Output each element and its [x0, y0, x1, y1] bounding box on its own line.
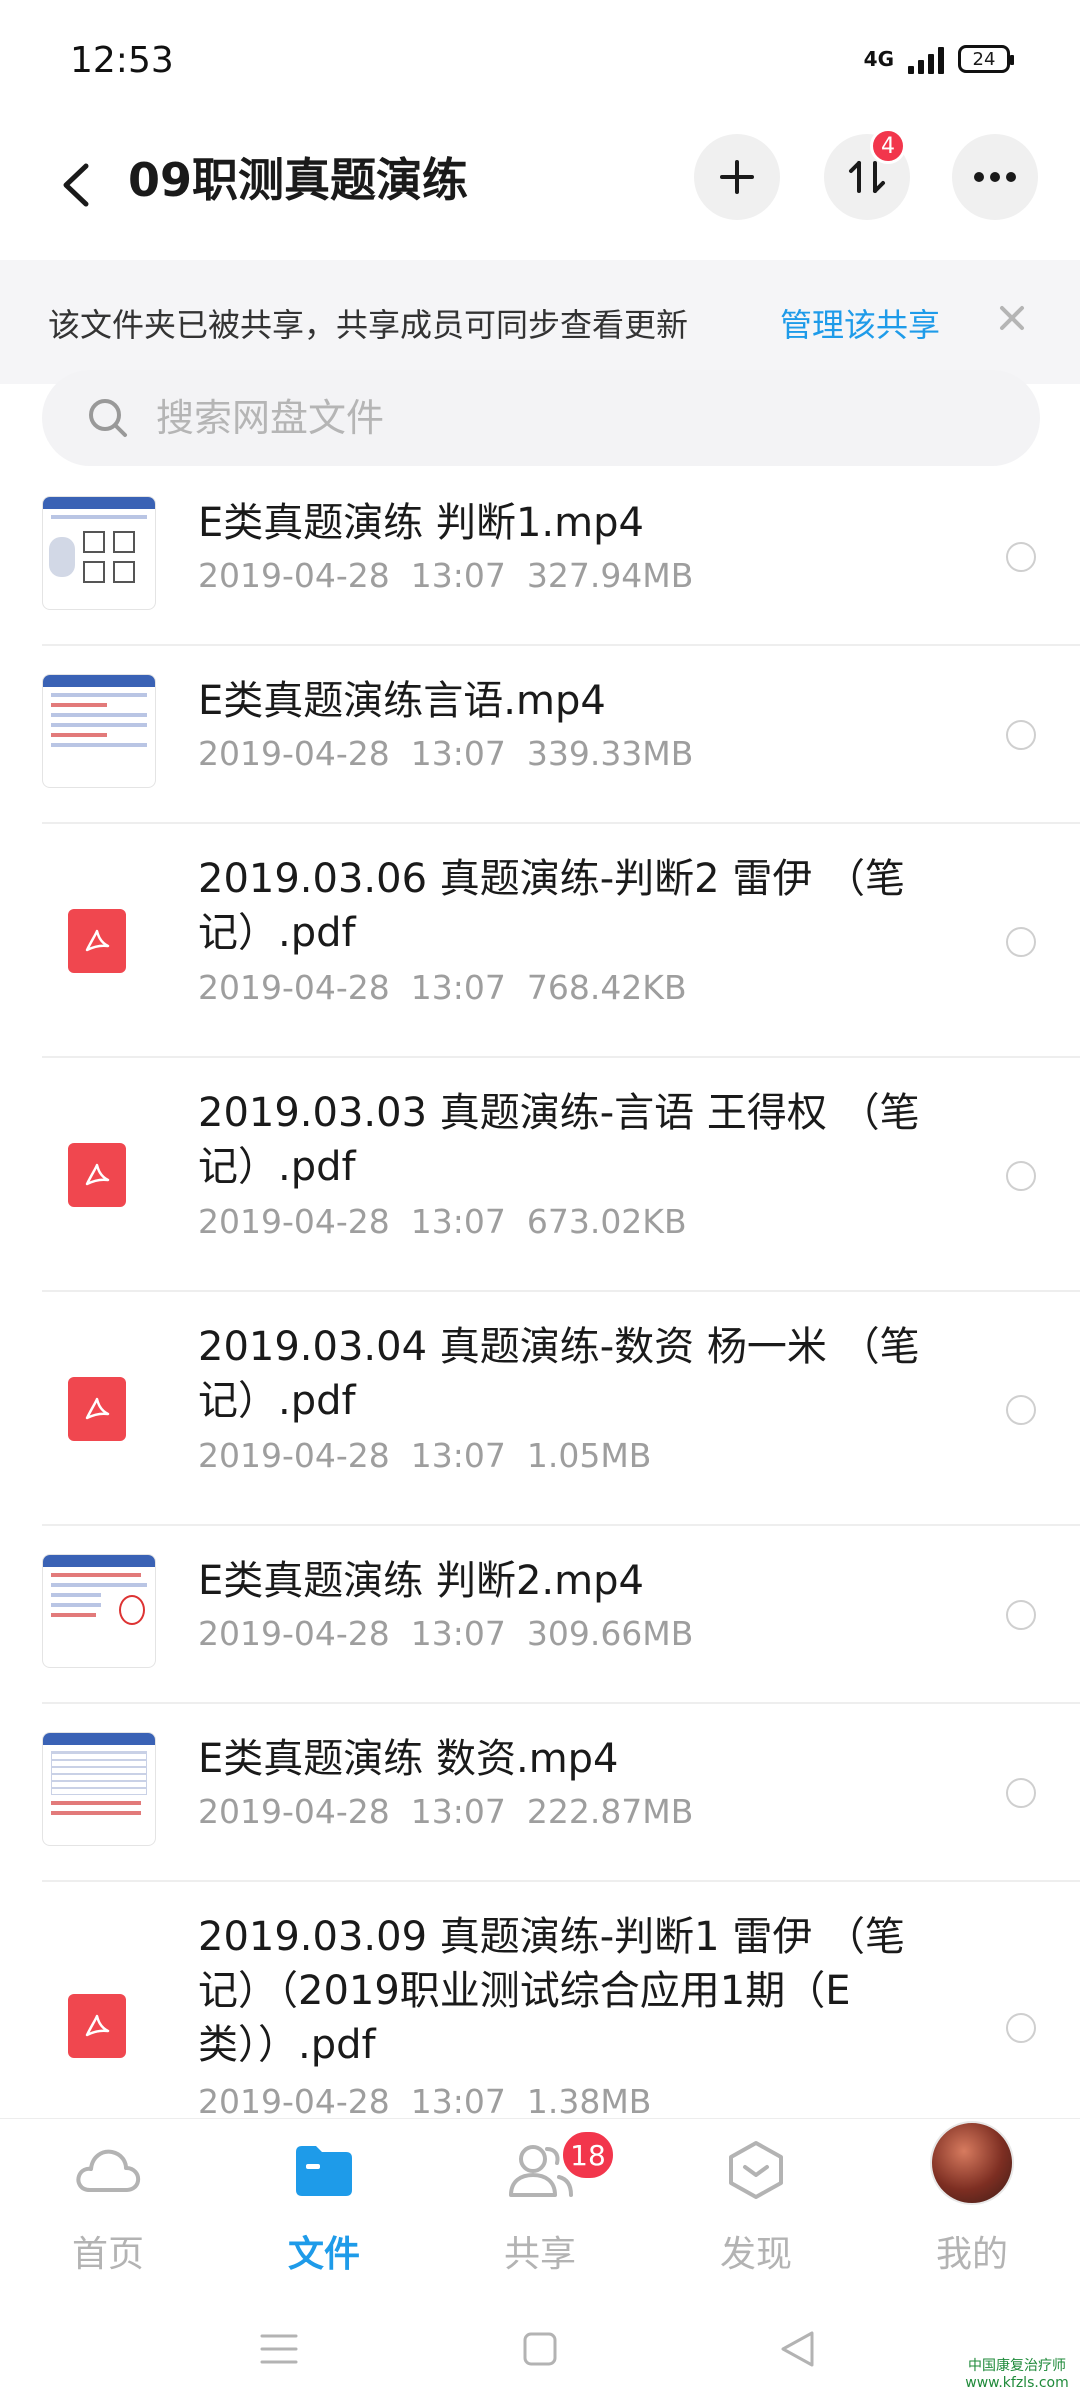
avatar — [930, 2121, 1014, 2205]
back-button[interactable] — [40, 145, 110, 225]
battery-level: 24 — [972, 48, 996, 70]
network-type: 4G — [863, 47, 894, 71]
nav-mine[interactable]: 我的 — [902, 2121, 1042, 2285]
add-button[interactable] — [694, 134, 780, 220]
nav-share[interactable]: 18 共享 — [470, 2129, 616, 2285]
header: 09职测真题演练 4 — [0, 120, 1080, 255]
select-radio[interactable] — [1006, 1778, 1036, 1808]
nav-home[interactable]: 首页 — [38, 2135, 178, 2285]
page-title: 09职测真题演练 — [128, 153, 469, 207]
discover-icon — [721, 2135, 791, 2205]
video-thumbnail — [42, 1554, 156, 1668]
transfer-icon — [849, 161, 885, 193]
search-icon — [84, 394, 132, 442]
file-meta: 2019-04-28 13:07 1.05MB — [198, 1436, 652, 1475]
home-button[interactable] — [515, 2324, 565, 2374]
file-name: E类真题演练 判断1.mp4 — [198, 500, 644, 546]
file-name: 2019.03.04 真题演练-数资 杨一米 （笔记）.pdf — [198, 1324, 920, 1424]
share-notice-banner: 该文件夹已被共享，共享成员可同步查看更新 管理该共享 — [0, 260, 1080, 384]
triangle-back-icon — [781, 2331, 814, 2367]
file-name: E类真题演练 判断2.mp4 — [198, 1558, 644, 1604]
select-radio[interactable] — [1006, 542, 1036, 572]
menu-icon — [260, 2334, 298, 2364]
video-thumbnail — [42, 496, 156, 610]
list-item[interactable]: 2019.03.06 真题演练-判断2 雷伊 （笔记）.pdf 2019-04-… — [0, 824, 1080, 1058]
search-bar[interactable] — [42, 370, 1040, 466]
file-meta: 2019-04-28 13:07 673.02KB — [198, 1202, 687, 1241]
select-radio[interactable] — [1006, 1600, 1036, 1630]
square-icon — [523, 2332, 557, 2366]
file-name: 2019.03.03 真题演练-言语 王得权 （笔记）.pdf — [198, 1090, 920, 1190]
pdf-file-icon — [68, 1143, 126, 1207]
watermark: 中国康复治疗师 www.kfzls.com — [962, 2358, 1072, 2392]
file-meta: 2019-04-28 13:07 339.33MB — [198, 734, 694, 773]
file-meta: 2019-04-28 13:07 222.87MB — [198, 1792, 694, 1831]
file-meta: 2019-04-28 13:07 768.42KB — [198, 968, 687, 1007]
signal-icon — [908, 44, 944, 74]
video-thumbnail — [42, 1732, 156, 1846]
nav-discover-label: 发现 — [719, 2234, 792, 2275]
file-name: E类真题演练 数资.mp4 — [198, 1736, 619, 1782]
nav-share-label: 共享 — [503, 2234, 576, 2275]
file-meta: 2019-04-28 13:07 327.94MB — [198, 556, 694, 595]
close-banner-button[interactable] — [990, 296, 1034, 340]
nav-files-label: 文件 — [287, 2234, 360, 2275]
share-notice-text: 该文件夹已被共享，共享成员可同步查看更新 — [48, 306, 689, 344]
watermark-line1: 中国康复治疗师 — [968, 2358, 1066, 2374]
pdf-file-icon — [68, 909, 126, 973]
nav-files[interactable]: 文件 — [254, 2135, 394, 2285]
search-input[interactable] — [156, 396, 936, 440]
recents-button[interactable] — [254, 2324, 304, 2374]
status-bar: 12:53 4G 24 — [0, 0, 1080, 120]
list-item[interactable]: E类真题演练言语.mp4 2019-04-28 13:07 339.33MB — [0, 646, 1080, 824]
list-item[interactable]: E类真题演练 判断2.mp4 2019-04-28 13:07 309.66MB — [0, 1526, 1080, 1704]
cloud-icon — [73, 2135, 143, 2205]
folder-icon — [289, 2135, 359, 2205]
file-name: E类真题演练言语.mp4 — [198, 678, 606, 724]
more-button[interactable] — [952, 134, 1038, 220]
file-meta: 2019-04-28 13:07 309.66MB — [198, 1614, 694, 1653]
file-meta: 2019-04-28 13:07 1.38MB — [198, 2082, 652, 2118]
transfer-badge: 4 — [870, 128, 906, 164]
file-name: 2019.03.09 真题演练-判断1 雷伊 （笔记）（2019职业测试综合应用… — [198, 1914, 906, 2068]
video-thumbnail — [42, 674, 156, 788]
battery-icon: 24 — [958, 45, 1014, 73]
bottom-nav: 首页 文件 18 共享 发现 我的 — [0, 2118, 1080, 2298]
list-item[interactable]: 2019.03.03 真题演练-言语 王得权 （笔记）.pdf 2019-04-… — [0, 1058, 1080, 1292]
status-indicators: 4G 24 — [863, 44, 1014, 74]
select-radio[interactable] — [1006, 927, 1036, 957]
select-radio[interactable] — [1006, 2013, 1036, 2043]
file-name: 2019.03.06 真题演练-判断2 雷伊 （笔记）.pdf — [198, 856, 906, 956]
transfer-list-button[interactable]: 4 — [824, 128, 910, 220]
select-radio[interactable] — [1006, 1161, 1036, 1191]
system-nav-bar: 中国康复治疗师 www.kfzls.com — [0, 2298, 1080, 2400]
system-back-button[interactable] — [772, 2324, 822, 2374]
select-radio[interactable] — [1006, 720, 1036, 750]
back-arrow-icon — [63, 163, 89, 207]
share-badge: 18 — [560, 2129, 616, 2181]
more-icon — [974, 172, 1016, 182]
nav-mine-label: 我的 — [935, 2234, 1008, 2275]
list-item[interactable]: E类真题演练 数资.mp4 2019-04-28 13:07 222.87MB — [0, 1704, 1080, 1882]
manage-share-link[interactable]: 管理该共享 — [780, 300, 940, 346]
select-radio[interactable] — [1006, 1395, 1036, 1425]
status-time: 12:53 — [70, 40, 174, 81]
close-icon — [1000, 306, 1024, 330]
nav-discover[interactable]: 发现 — [686, 2135, 826, 2285]
plus-icon — [720, 160, 754, 194]
pdf-file-icon — [68, 1377, 126, 1441]
file-list[interactable]: E类真题演练 判断1.mp4 2019-04-28 13:07 327.94MB… — [0, 468, 1080, 2118]
list-item[interactable]: 2019.03.04 真题演练-数资 杨一米 （笔记）.pdf 2019-04-… — [0, 1292, 1080, 1526]
list-item[interactable]: 2019.03.09 真题演练-判断1 雷伊 （笔记）（2019职业测试综合应用… — [0, 1882, 1080, 2118]
list-item[interactable]: E类真题演练 判断1.mp4 2019-04-28 13:07 327.94MB — [0, 468, 1080, 646]
pdf-file-icon — [68, 1994, 126, 2058]
nav-home-label: 首页 — [71, 2234, 144, 2275]
watermark-line2: www.kfzls.com — [965, 2375, 1069, 2391]
